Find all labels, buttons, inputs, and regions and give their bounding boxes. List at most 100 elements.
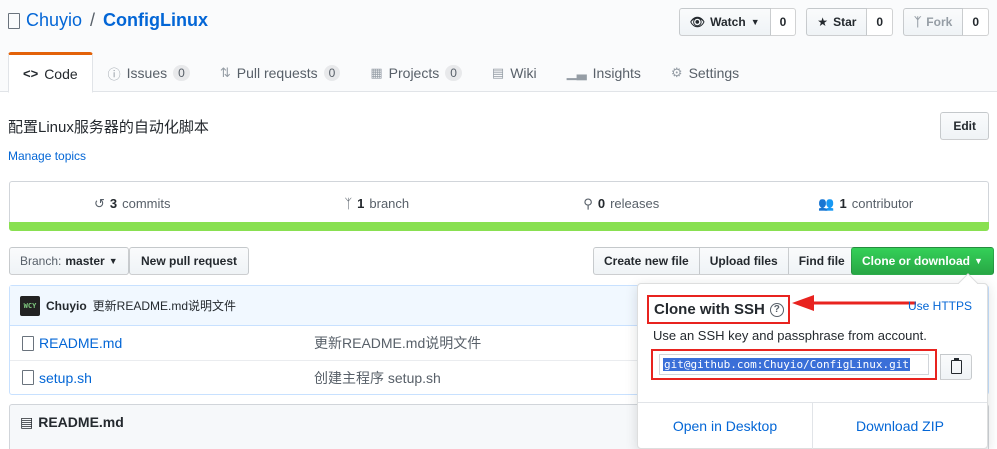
clone-label: Clone or download [862, 254, 970, 268]
contributors-label: contributor [851, 196, 914, 211]
tab-code-label: Code [44, 65, 78, 82]
watch-count[interactable]: 0 [770, 8, 797, 36]
file-name-link[interactable]: README.md [39, 335, 314, 351]
repo-tabs: <> Code ⓘ Issues 0 ⇅ Pull requests 0 ▦ P… [8, 52, 754, 93]
history-icon: ↺ [93, 195, 105, 211]
commits-count: 3 [109, 196, 118, 211]
fork-icon: ᛉ [914, 15, 922, 29]
star-icon: ★ [817, 15, 829, 29]
tag-icon: ⚲ [583, 195, 593, 211]
file-name-link[interactable]: setup.sh [39, 370, 314, 386]
fork-button[interactable]: ᛉ Fork [903, 8, 964, 36]
project-icon: ▦ [370, 65, 383, 80]
branch-label: Branch: [20, 254, 62, 268]
find-file-button[interactable]: Find file [787, 247, 856, 275]
releases-summary[interactable]: ⚲ 0 releases [499, 182, 744, 225]
clone-url-highlight: git@github.com:Chuyio/ConfigLinux.git [651, 349, 937, 380]
tab-insights-label: Insights [592, 65, 641, 81]
tab-wiki[interactable]: ▤ Wiki [477, 52, 552, 92]
file-commit-message[interactable]: 创建主程序 setup.sh [314, 368, 441, 388]
pull-request-icon: ⇅ [219, 65, 231, 80]
contributors-count: 1 [839, 196, 847, 211]
repo-description: 配置Linux服务器的自动化脚本 [8, 119, 209, 136]
tab-pull-requests-label: Pull requests [236, 65, 318, 81]
commit-author[interactable]: Chuyio [46, 299, 87, 313]
question-icon[interactable]: ? [769, 302, 784, 317]
watch-group: 👁 Watch ▼ 0 [678, 8, 797, 36]
language-bar[interactable] [9, 222, 989, 231]
code-icon: <> [23, 66, 39, 81]
avatar[interactable]: WCY [20, 295, 40, 316]
fork-count[interactable]: 0 [963, 8, 989, 36]
commit-message[interactable]: 更新README.md说明文件 [93, 297, 236, 314]
eye-icon: 👁 [689, 15, 706, 29]
watch-label: Watch [710, 15, 746, 29]
upload-files-button[interactable]: Upload files [698, 247, 789, 275]
file-icon [22, 335, 34, 351]
repo-title: Chuyio / ConfigLinux [8, 10, 208, 31]
releases-count: 0 [597, 196, 606, 211]
branch-select-button[interactable]: Branch: master ▼ [9, 247, 129, 275]
annotation-arrow-icon [792, 295, 916, 311]
file-commit-message[interactable]: 更新README.md说明文件 [314, 333, 481, 353]
use-https-link[interactable]: Use HTTPS [908, 299, 972, 313]
tab-projects[interactable]: ▦ Projects 0 [355, 52, 477, 92]
star-group: ★ Star 0 [806, 8, 894, 36]
tab-insights[interactable]: ▁▃ Insights [552, 52, 656, 92]
clone-or-download-button[interactable]: Clone or download ▼ [851, 247, 994, 275]
clipboard-icon [950, 358, 962, 374]
repo-header: Chuyio / ConfigLinux 👁 Watch ▼ 0 ★ Star … [0, 0, 997, 93]
projects-counter: 0 [445, 65, 462, 81]
tab-settings-label: Settings [688, 65, 740, 81]
manage-topics-link[interactable]: Manage topics [8, 149, 86, 163]
pull-requests-counter: 0 [323, 65, 341, 81]
clone-url-input[interactable]: git@github.com:Chuyio/ConfigLinux.git [659, 354, 929, 375]
contributors-summary[interactable]: 👥 1 contributor [744, 182, 989, 225]
commits-summary[interactable]: ↺ 3 commits [10, 182, 255, 225]
repo-owner-link[interactable]: Chuyio [26, 10, 82, 31]
gear-icon: ⚙ [670, 65, 683, 80]
clone-footer: Open in Desktop Download ZIP [638, 402, 987, 449]
chevron-down-icon: ▼ [108, 256, 118, 266]
create-new-file-button[interactable]: Create new file [593, 247, 700, 275]
branches-summary[interactable]: ᛉ 1 branch [255, 182, 500, 225]
file-actions-group: Create new file Upload files Find file [593, 247, 856, 275]
download-zip-link[interactable]: Download ZIP [812, 403, 987, 449]
repo-icon [8, 12, 20, 29]
book-icon: ▤ [491, 65, 505, 80]
repo-actions: 👁 Watch ▼ 0 ★ Star 0 ᛉ Fork 0 [678, 8, 989, 36]
star-count[interactable]: 0 [867, 8, 894, 36]
tab-issues-label: Issues [126, 65, 168, 81]
file-icon [22, 370, 34, 385]
popover-caret [958, 273, 978, 293]
edit-description-button[interactable]: Edit [940, 112, 989, 140]
star-label: Star [833, 15, 857, 29]
repo-name-link[interactable]: ConfigLinux [103, 10, 208, 31]
tab-code[interactable]: <> Code [8, 52, 93, 93]
watch-button[interactable]: 👁 Watch ▼ [678, 8, 771, 36]
people-icon: 👥 [818, 195, 835, 211]
clone-popover: Clone with SSH ? Use HTTPS Use an SSH ke… [637, 273, 988, 449]
fork-group: ᛉ Fork 0 [903, 8, 989, 36]
chevron-down-icon: ▼ [750, 17, 760, 27]
clone-title-text: Clone with SSH [654, 301, 765, 318]
branch-value: master [65, 254, 105, 268]
chevron-down-icon: ▼ [974, 256, 983, 266]
releases-label: releases [610, 196, 660, 211]
fork-label: Fork [926, 15, 953, 29]
copy-url-button[interactable] [940, 354, 972, 380]
book-icon: ▤ [20, 414, 34, 430]
issues-counter: 0 [173, 65, 190, 81]
tab-settings[interactable]: ⚙ Settings [656, 52, 754, 92]
clone-url-text: git@github.com:Chuyio/ConfigLinux.git [663, 358, 911, 371]
numbers-summary: ↺ 3 commits ᛉ 1 branch ⚲ 0 releases 👥 1 … [9, 181, 989, 225]
clone-help-text: Use an SSH key and passphrase from accou… [653, 328, 927, 343]
branch-icon: ᛉ [344, 196, 353, 211]
tab-pull-requests[interactable]: ⇅ Pull requests 0 [205, 52, 356, 92]
tab-issues[interactable]: ⓘ Issues 0 [93, 52, 205, 92]
tab-wiki-label: Wiki [510, 65, 537, 81]
open-in-desktop-link[interactable]: Open in Desktop [638, 403, 812, 449]
tab-projects-label: Projects [388, 65, 440, 81]
new-pull-request-button[interactable]: New pull request [129, 247, 250, 275]
star-button[interactable]: ★ Star [806, 8, 868, 36]
